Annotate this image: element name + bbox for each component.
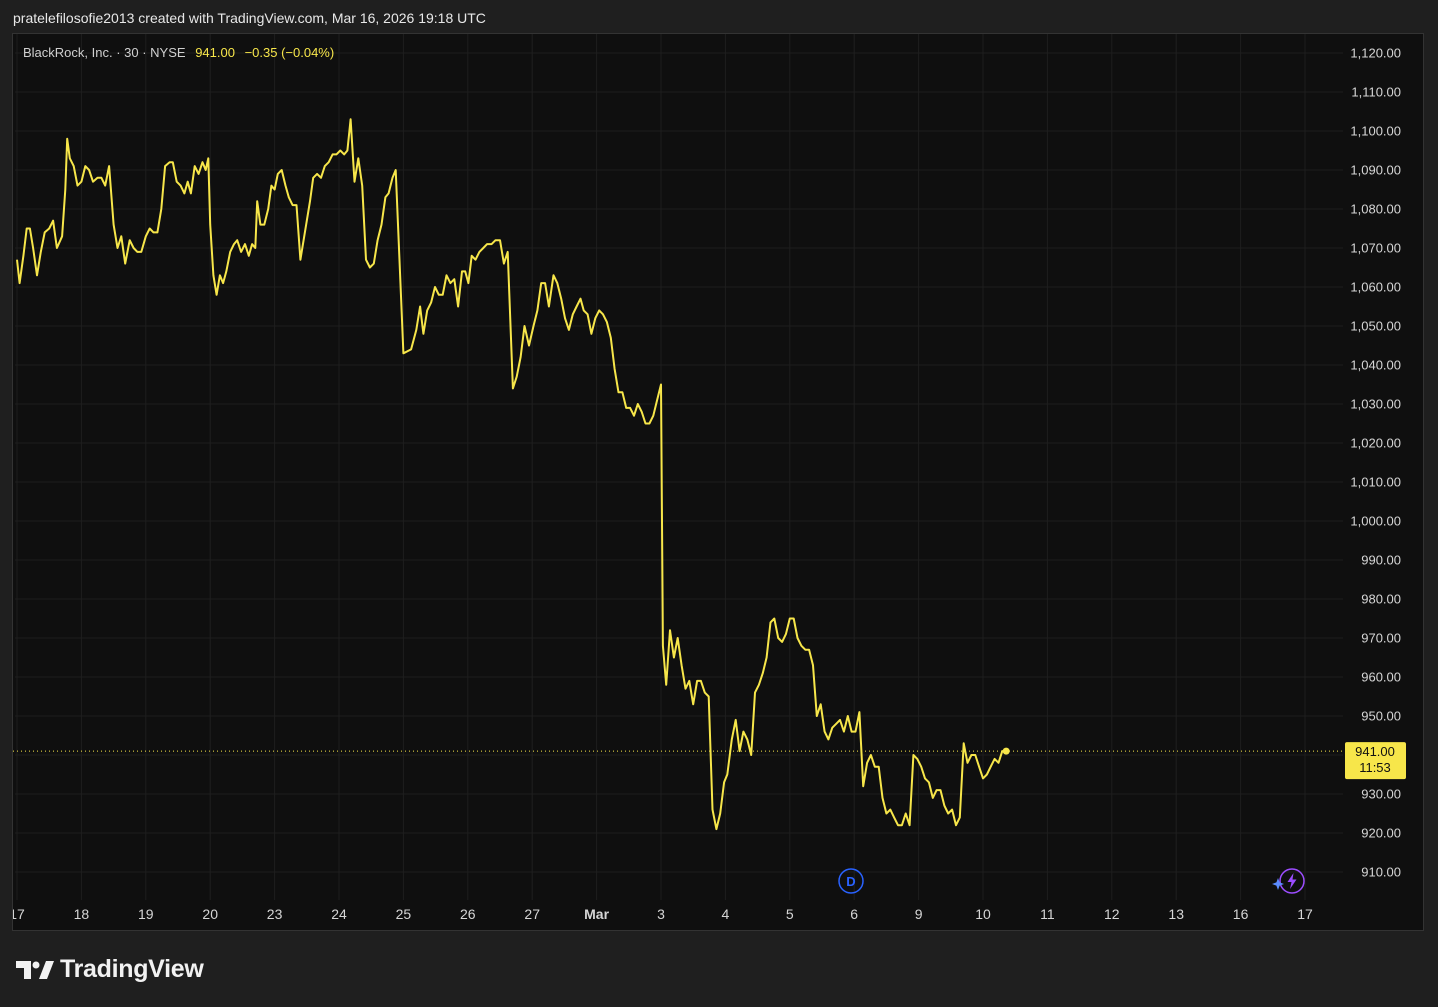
y-tick-label: 1,050.00 bbox=[1350, 319, 1401, 334]
x-tick-label: 18 bbox=[74, 906, 90, 922]
y-tick-label: 1,060.00 bbox=[1350, 280, 1401, 295]
x-tick-label: Mar bbox=[584, 906, 609, 922]
y-tick-label: 970.00 bbox=[1361, 631, 1401, 646]
y-tick-label: 1,110.00 bbox=[1351, 85, 1401, 100]
x-tick-label: 17 bbox=[1297, 906, 1313, 922]
time-axis[interactable]: 17 18 19 20 23 24 25 26 27 Mar 3 4 5 6 9 10 11 12 13 16 17 bbox=[13, 906, 1313, 922]
dividend-marker-icon[interactable]: D bbox=[838, 868, 864, 894]
legend-symbol: BlackRock, Inc. · 30 · NYSE bbox=[23, 45, 186, 60]
price-tag: 941.00 11:53 bbox=[1345, 742, 1406, 780]
x-tick-label: 3 bbox=[657, 906, 665, 922]
legend-last-price: 941.00 bbox=[195, 45, 235, 60]
x-tick-label: 10 bbox=[975, 906, 991, 922]
x-tick-label: 4 bbox=[722, 906, 730, 922]
y-tick-label: 1,120.00 bbox=[1350, 46, 1401, 61]
y-tick-label: 920.00 bbox=[1361, 826, 1401, 841]
x-tick-label: 27 bbox=[524, 906, 540, 922]
chart-area[interactable]: 910.00920.00930.00940.00950.00960.00970.… bbox=[12, 33, 1424, 931]
x-tick-label: 16 bbox=[1233, 906, 1249, 922]
y-tick-label: 1,000.00 bbox=[1350, 514, 1401, 529]
x-tick-label: 13 bbox=[1168, 906, 1184, 922]
y-tick-label: 930.00 bbox=[1361, 787, 1401, 802]
dividend-letter: D bbox=[846, 874, 855, 889]
y-tick-label: 990.00 bbox=[1361, 553, 1401, 568]
x-tick-label: 9 bbox=[915, 906, 923, 922]
price-tag-value: 941.00 bbox=[1355, 744, 1395, 759]
tradingview-wordmark: TradingView bbox=[60, 955, 204, 983]
price-series-line bbox=[16, 118, 1007, 831]
x-tick-label: 6 bbox=[850, 906, 858, 922]
chart-legend: BlackRock, Inc. · 30 · NYSE 941.00 −0.35… bbox=[23, 45, 334, 60]
y-tick-label: 960.00 bbox=[1361, 670, 1401, 685]
x-tick-label: 12 bbox=[1104, 906, 1120, 922]
y-tick-label: 980.00 bbox=[1361, 592, 1401, 607]
x-tick-label: 5 bbox=[786, 906, 794, 922]
y-tick-label: 910.00 bbox=[1361, 865, 1401, 880]
tradingview-logo-icon bbox=[16, 960, 54, 979]
price-tag-countdown: 11:53 bbox=[1359, 760, 1391, 775]
y-tick-label: 1,020.00 bbox=[1350, 436, 1401, 451]
x-tick-label: 24 bbox=[331, 906, 347, 922]
y-tick-label: 1,070.00 bbox=[1350, 241, 1401, 256]
attribution-text: pratelefilosofie2013 created with Tradin… bbox=[13, 10, 486, 26]
y-tick-label: 1,100.00 bbox=[1350, 124, 1401, 139]
tradingview-brand[interactable]: TradingView bbox=[16, 955, 204, 984]
x-tick-label: 26 bbox=[460, 906, 476, 922]
y-tick-label: 1,040.00 bbox=[1350, 358, 1401, 373]
y-tick-label: 1,010.00 bbox=[1350, 475, 1401, 490]
x-tick-label: 25 bbox=[396, 906, 412, 922]
x-tick-label: 23 bbox=[267, 906, 283, 922]
y-tick-label: 1,090.00 bbox=[1350, 163, 1401, 178]
legend-change: −0.35 (−0.04%) bbox=[244, 45, 335, 60]
y-tick-label: 950.00 bbox=[1361, 709, 1401, 724]
x-tick-label: 19 bbox=[138, 906, 154, 922]
bolt-glyph bbox=[1287, 873, 1297, 889]
x-tick-label: 20 bbox=[202, 906, 218, 922]
lightning-bolt-icon[interactable] bbox=[1272, 868, 1305, 894]
x-tick-label: 17 bbox=[13, 906, 25, 922]
grid-lines bbox=[15, 34, 1343, 900]
price-chart[interactable]: 910.00920.00930.00940.00950.00960.00970.… bbox=[13, 34, 1425, 932]
x-tick-label: 11 bbox=[1040, 906, 1055, 922]
y-tick-label: 1,080.00 bbox=[1350, 202, 1401, 217]
y-tick-label: 1,030.00 bbox=[1350, 397, 1401, 412]
last-price-dot bbox=[1002, 747, 1010, 755]
